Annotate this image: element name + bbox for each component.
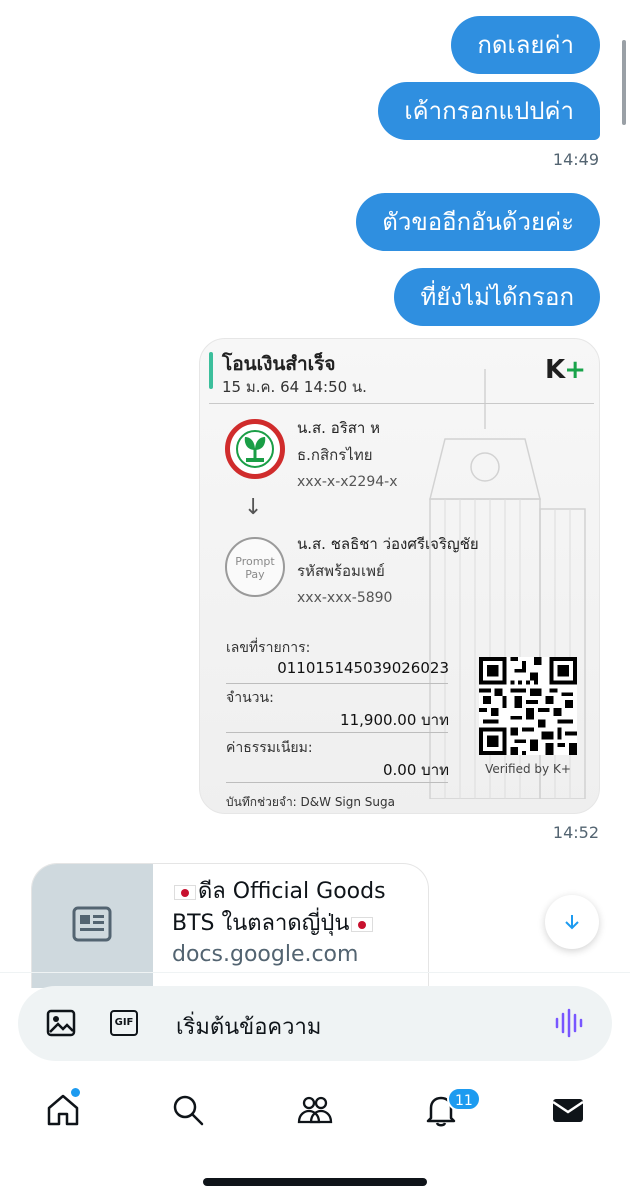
message-bubble[interactable]: ที่ยังไม่ได้กรอก: [394, 268, 600, 326]
receiver-info: น.ส. ชลธิชา ว่องศรีเจริญชัย รหัสพร้อมเพย…: [297, 533, 479, 609]
receipt-date: 15 ม.ค. 64 14:50 น.: [222, 378, 367, 396]
messages-envelope-icon[interactable]: [550, 1092, 586, 1128]
link-thumbnail: [32, 864, 153, 988]
amount-label: จำนวน:: [226, 690, 274, 706]
message-bubble[interactable]: เค้ากรอกแปปค่า: [378, 82, 600, 140]
kplus-logo: K+: [545, 355, 586, 385]
message-bubble[interactable]: ตัวขออีกอันด้วยค่ะ: [356, 193, 600, 251]
home-unread-dot: [71, 1088, 80, 1097]
receiver-method: รหัสพร้อมเพย์: [297, 562, 385, 580]
fee-label: ค่าธรรมเนียม:: [226, 740, 313, 756]
home-indicator: [203, 1178, 427, 1186]
receiver-account: xxx-xxx-5890: [297, 590, 393, 606]
message-timestamp: 14:52: [552, 823, 599, 842]
communities-icon[interactable]: [297, 1092, 333, 1128]
qr-code: [479, 657, 577, 755]
link-title: ดีล Official Goods BTS ในตลาดญี่ปุ่น: [172, 879, 386, 936]
transfer-receipt-image[interactable]: โอนเงินสำเร็จ 15 ม.ค. 64 14:50 น. K+ น.ส…: [199, 338, 600, 814]
chat-thread: กดเลยค่า เค้ากรอกแปปค่า 14:49 ตัวขออีกอั…: [0, 0, 630, 975]
message-bubble[interactable]: กดเลยค่า: [451, 16, 600, 74]
divider: [226, 683, 448, 684]
amount-value: 11,900.00 บาท: [340, 711, 449, 729]
message-composer: GIF เริ่มต้นข้อความ: [18, 986, 612, 1061]
image-icon[interactable]: [46, 1009, 76, 1037]
message-text: ตัวขออีกอันด้วยค่ะ: [382, 208, 574, 236]
japan-flag-icon: [174, 884, 196, 900]
sender-bank: ธ.กสิกรไทย: [297, 446, 373, 464]
link-url: docs.google.com: [172, 942, 359, 967]
message-text: กดเลยค่า: [477, 31, 574, 59]
kasikorn-bank-logo-icon: [225, 419, 285, 479]
home-icon[interactable]: [45, 1092, 81, 1128]
verified-label: Verified by K+: [485, 762, 571, 776]
article-icon: [72, 906, 112, 942]
sender-name: น.ส. อริสา ห: [297, 419, 381, 437]
composer-divider: [0, 972, 630, 973]
receiver-name: น.ส. ชลธิชา ว่องศรีเจริญชัย: [297, 535, 479, 553]
memo-text: บันทึกช่วยจำ: D&W Sign Suga: [226, 795, 395, 809]
notifications-badge: 11: [447, 1087, 481, 1111]
search-icon[interactable]: [170, 1092, 206, 1128]
title-accent-bar: [209, 352, 213, 389]
arrow-down-icon: [565, 915, 579, 930]
scroll-to-bottom-button[interactable]: [545, 895, 599, 949]
gif-button[interactable]: GIF: [110, 1010, 138, 1036]
fee-value: 0.00 บาท: [383, 761, 449, 779]
japan-flag-icon: [351, 916, 374, 932]
header-divider: [209, 403, 594, 404]
divider: [226, 782, 448, 783]
sender-info: น.ส. อริสา ห ธ.กสิกรไทย xxx-x-x2294-x: [297, 417, 398, 493]
message-text: เค้ากรอกแปปค่า: [404, 97, 574, 125]
divider: [226, 732, 448, 733]
message-input[interactable]: เริ่มต้นข้อความ: [176, 1009, 321, 1044]
message-timestamp: 14:49: [552, 150, 599, 169]
message-text: ที่ยังไม่ได้กรอก: [420, 283, 574, 311]
link-preview-card[interactable]: ดีล Official Goods BTS ในตลาดญี่ปุ่น doc…: [31, 863, 429, 988]
sender-account: xxx-x-x2294-x: [297, 474, 398, 490]
promptpay-logo-icon: Prompt Pay: [225, 537, 285, 597]
voice-message-icon[interactable]: [554, 1008, 584, 1038]
scrollbar[interactable]: [622, 40, 626, 125]
ref-value: 011015145039026023: [277, 659, 449, 677]
bottom-navigation: [0, 1080, 630, 1140]
arrow-down-icon: ↓: [244, 495, 263, 520]
ref-label: เลขที่รายการ:: [226, 640, 311, 656]
